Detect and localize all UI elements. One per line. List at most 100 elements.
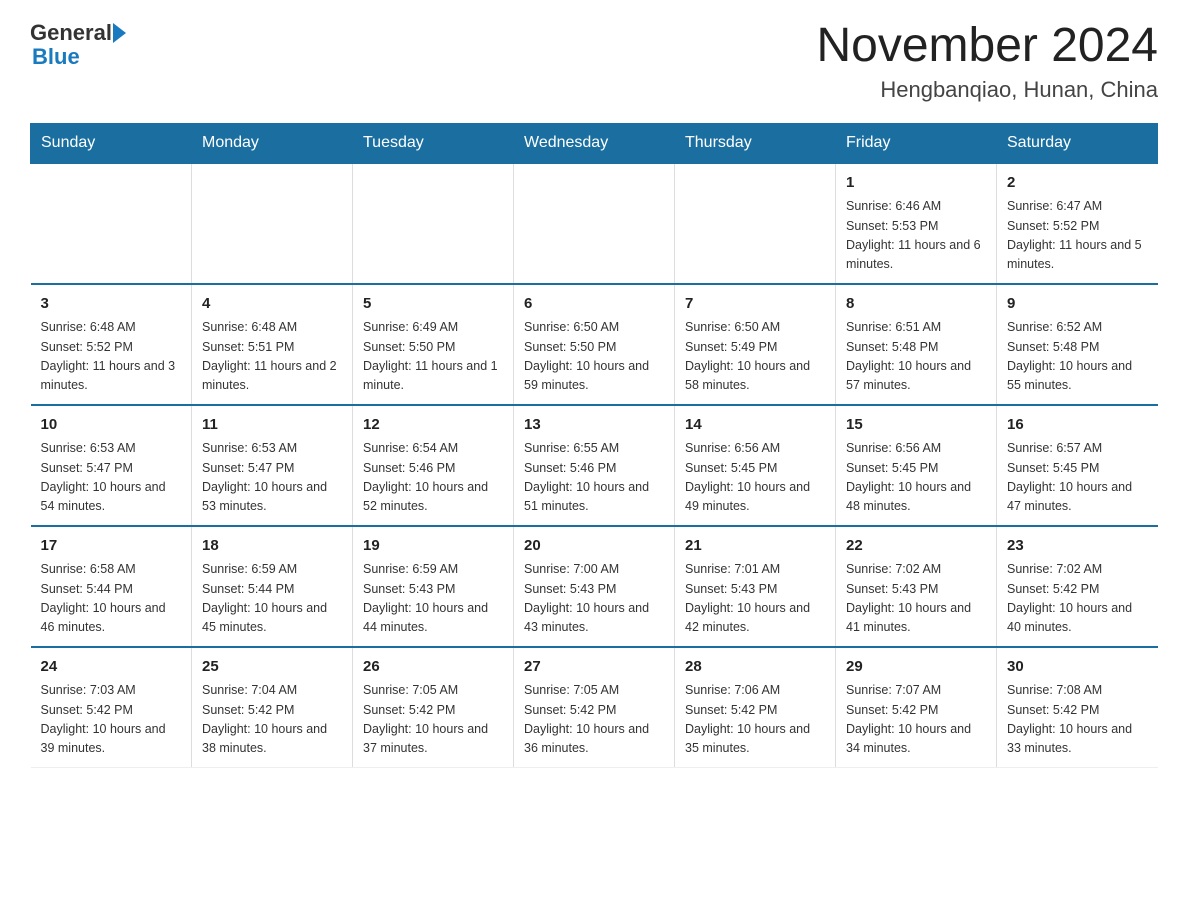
day-number: 8 [846,293,986,316]
day-number: 25 [202,656,342,679]
calendar-cell: 6Sunrise: 6:50 AMSunset: 5:50 PMDaylight… [514,284,675,405]
day-info: Sunrise: 7:00 AMSunset: 5:43 PMDaylight:… [524,560,664,638]
day-number: 17 [41,535,182,558]
day-number: 30 [1007,656,1148,679]
calendar-cell: 10Sunrise: 6:53 AMSunset: 5:47 PMDayligh… [31,405,192,526]
logo-general: General [30,20,112,46]
day-number: 5 [363,293,503,316]
calendar-cell: 24Sunrise: 7:03 AMSunset: 5:42 PMDayligh… [31,647,192,768]
logo-blue: Blue [32,44,80,69]
day-info: Sunrise: 6:50 AMSunset: 5:50 PMDaylight:… [524,318,664,396]
day-info: Sunrise: 6:46 AMSunset: 5:53 PMDaylight:… [846,197,986,275]
calendar-cell: 1Sunrise: 6:46 AMSunset: 5:53 PMDaylight… [836,163,997,284]
calendar-cell [675,163,836,284]
day-number: 7 [685,293,825,316]
weekday-header-tuesday: Tuesday [353,123,514,163]
page-title: November 2024 [816,20,1158,73]
calendar-cell: 13Sunrise: 6:55 AMSunset: 5:46 PMDayligh… [514,405,675,526]
calendar-cell [192,163,353,284]
calendar-cell: 11Sunrise: 6:53 AMSunset: 5:47 PMDayligh… [192,405,353,526]
calendar-cell: 9Sunrise: 6:52 AMSunset: 5:48 PMDaylight… [997,284,1158,405]
day-info: Sunrise: 6:55 AMSunset: 5:46 PMDaylight:… [524,439,664,517]
calendar-cell: 16Sunrise: 6:57 AMSunset: 5:45 PMDayligh… [997,405,1158,526]
day-info: Sunrise: 7:03 AMSunset: 5:42 PMDaylight:… [41,681,182,759]
day-info: Sunrise: 7:04 AMSunset: 5:42 PMDaylight:… [202,681,342,759]
day-info: Sunrise: 6:51 AMSunset: 5:48 PMDaylight:… [846,318,986,396]
title-area: November 2024 Hengbanqiao, Hunan, China [816,20,1158,103]
day-number: 2 [1007,172,1148,195]
weekday-header-monday: Monday [192,123,353,163]
day-info: Sunrise: 7:06 AMSunset: 5:42 PMDaylight:… [685,681,825,759]
day-number: 23 [1007,535,1148,558]
day-number: 21 [685,535,825,558]
day-number: 10 [41,414,182,437]
day-info: Sunrise: 7:07 AMSunset: 5:42 PMDaylight:… [846,681,986,759]
day-number: 20 [524,535,664,558]
calendar-cell: 26Sunrise: 7:05 AMSunset: 5:42 PMDayligh… [353,647,514,768]
calendar-cell: 21Sunrise: 7:01 AMSunset: 5:43 PMDayligh… [675,526,836,647]
calendar-cell: 17Sunrise: 6:58 AMSunset: 5:44 PMDayligh… [31,526,192,647]
day-number: 14 [685,414,825,437]
day-number: 15 [846,414,986,437]
calendar-cell: 29Sunrise: 7:07 AMSunset: 5:42 PMDayligh… [836,647,997,768]
calendar-table: SundayMondayTuesdayWednesdayThursdayFrid… [30,123,1158,768]
calendar-week-1: 1Sunrise: 6:46 AMSunset: 5:53 PMDaylight… [31,163,1158,284]
calendar-cell: 14Sunrise: 6:56 AMSunset: 5:45 PMDayligh… [675,405,836,526]
day-number: 16 [1007,414,1148,437]
day-number: 27 [524,656,664,679]
day-number: 13 [524,414,664,437]
day-info: Sunrise: 6:48 AMSunset: 5:52 PMDaylight:… [41,318,182,396]
day-number: 18 [202,535,342,558]
day-info: Sunrise: 6:49 AMSunset: 5:50 PMDaylight:… [363,318,503,396]
day-info: Sunrise: 6:54 AMSunset: 5:46 PMDaylight:… [363,439,503,517]
weekday-header-wednesday: Wednesday [514,123,675,163]
day-number: 3 [41,293,182,316]
page-header: General Blue November 2024 Hengbanqiao, … [30,20,1158,103]
day-info: Sunrise: 6:58 AMSunset: 5:44 PMDaylight:… [41,560,182,638]
calendar-week-4: 17Sunrise: 6:58 AMSunset: 5:44 PMDayligh… [31,526,1158,647]
calendar-cell: 8Sunrise: 6:51 AMSunset: 5:48 PMDaylight… [836,284,997,405]
day-info: Sunrise: 6:50 AMSunset: 5:49 PMDaylight:… [685,318,825,396]
day-number: 29 [846,656,986,679]
day-info: Sunrise: 7:01 AMSunset: 5:43 PMDaylight:… [685,560,825,638]
logo-arrow-shape [113,23,126,43]
calendar-cell: 5Sunrise: 6:49 AMSunset: 5:50 PMDaylight… [353,284,514,405]
calendar-cell: 25Sunrise: 7:04 AMSunset: 5:42 PMDayligh… [192,647,353,768]
calendar-cell: 22Sunrise: 7:02 AMSunset: 5:43 PMDayligh… [836,526,997,647]
day-number: 24 [41,656,182,679]
calendar-cell: 12Sunrise: 6:54 AMSunset: 5:46 PMDayligh… [353,405,514,526]
calendar-header-row: SundayMondayTuesdayWednesdayThursdayFrid… [31,123,1158,163]
calendar-cell: 19Sunrise: 6:59 AMSunset: 5:43 PMDayligh… [353,526,514,647]
calendar-week-3: 10Sunrise: 6:53 AMSunset: 5:47 PMDayligh… [31,405,1158,526]
day-number: 6 [524,293,664,316]
day-number: 28 [685,656,825,679]
calendar-week-5: 24Sunrise: 7:03 AMSunset: 5:42 PMDayligh… [31,647,1158,768]
page-subtitle: Hengbanqiao, Hunan, China [816,77,1158,103]
day-info: Sunrise: 6:48 AMSunset: 5:51 PMDaylight:… [202,318,342,396]
day-info: Sunrise: 6:59 AMSunset: 5:44 PMDaylight:… [202,560,342,638]
logo: General Blue [30,20,127,70]
day-info: Sunrise: 7:05 AMSunset: 5:42 PMDaylight:… [524,681,664,759]
day-info: Sunrise: 6:56 AMSunset: 5:45 PMDaylight:… [685,439,825,517]
day-info: Sunrise: 7:02 AMSunset: 5:43 PMDaylight:… [846,560,986,638]
calendar-cell: 27Sunrise: 7:05 AMSunset: 5:42 PMDayligh… [514,647,675,768]
weekday-header-friday: Friday [836,123,997,163]
day-info: Sunrise: 6:52 AMSunset: 5:48 PMDaylight:… [1007,318,1148,396]
day-info: Sunrise: 6:47 AMSunset: 5:52 PMDaylight:… [1007,197,1148,275]
calendar-cell: 2Sunrise: 6:47 AMSunset: 5:52 PMDaylight… [997,163,1158,284]
calendar-cell: 23Sunrise: 7:02 AMSunset: 5:42 PMDayligh… [997,526,1158,647]
calendar-cell: 30Sunrise: 7:08 AMSunset: 5:42 PMDayligh… [997,647,1158,768]
day-number: 26 [363,656,503,679]
calendar-cell: 18Sunrise: 6:59 AMSunset: 5:44 PMDayligh… [192,526,353,647]
day-number: 9 [1007,293,1148,316]
day-info: Sunrise: 7:02 AMSunset: 5:42 PMDaylight:… [1007,560,1148,638]
calendar-cell: 3Sunrise: 6:48 AMSunset: 5:52 PMDaylight… [31,284,192,405]
day-info: Sunrise: 7:05 AMSunset: 5:42 PMDaylight:… [363,681,503,759]
calendar-cell: 7Sunrise: 6:50 AMSunset: 5:49 PMDaylight… [675,284,836,405]
day-number: 11 [202,414,342,437]
day-info: Sunrise: 6:57 AMSunset: 5:45 PMDaylight:… [1007,439,1148,517]
calendar-week-2: 3Sunrise: 6:48 AMSunset: 5:52 PMDaylight… [31,284,1158,405]
day-number: 22 [846,535,986,558]
day-number: 1 [846,172,986,195]
day-info: Sunrise: 6:59 AMSunset: 5:43 PMDaylight:… [363,560,503,638]
